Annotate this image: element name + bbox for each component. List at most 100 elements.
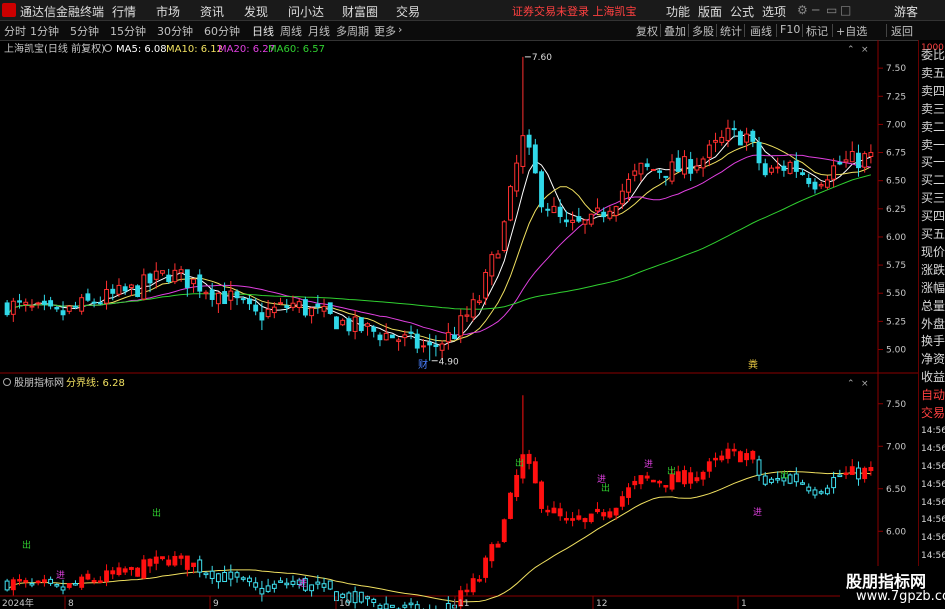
candle-up [520, 135, 526, 167]
candle-down [750, 130, 756, 142]
indicator-bar-weak [240, 577, 246, 580]
menu-discover[interactable]: 发现 [244, 3, 268, 20]
menu-layout[interactable]: 版面 [698, 3, 722, 20]
f10-button[interactable]: F10 [780, 23, 800, 36]
chevron-right-icon[interactable]: › [398, 23, 402, 36]
ma5-line [6, 134, 872, 347]
draw-line-button[interactable]: 画线 [750, 23, 772, 39]
menu-trade[interactable]: 交易 [396, 3, 420, 20]
menu-options[interactable]: 选项 [762, 3, 786, 20]
tab-weekly[interactable]: 周线 [280, 23, 302, 39]
tab-30min[interactable]: 30分钟 [157, 23, 193, 39]
candle-down [240, 298, 246, 301]
y-tick-label: 7.50 [886, 400, 906, 410]
tab-1min[interactable]: 1分钟 [30, 23, 59, 39]
tab-daily[interactable]: 日线 [252, 23, 274, 39]
signal-in: 进 [298, 578, 307, 589]
candle-up [178, 269, 184, 274]
back-button[interactable]: 返回 [891, 23, 913, 39]
tab-timeshare[interactable]: 分时 [4, 23, 26, 39]
menu-market[interactable]: 市场 [156, 3, 180, 20]
candle-up [228, 290, 234, 301]
adjust-button[interactable]: 复权 [636, 23, 658, 39]
candle-up [570, 219, 576, 223]
user-guest[interactable]: 游客 [894, 3, 918, 20]
menu-quotes[interactable]: 行情 [112, 3, 136, 20]
indicator-bar-strong [110, 570, 116, 575]
tab-monthly[interactable]: 月线 [308, 23, 330, 39]
mark-button[interactable]: 标记 [806, 23, 828, 39]
indicator-bar-weak [793, 473, 799, 483]
signal-in: 进 [56, 570, 65, 581]
indicator-bar-strong [713, 457, 718, 461]
close-icon[interactable]: × [861, 379, 869, 389]
gear-icon[interactable]: ⚙ [797, 3, 808, 17]
candle-up [632, 170, 638, 176]
candle-up [290, 302, 296, 308]
candle-up [470, 299, 476, 318]
menu-wealth[interactable]: 财富圈 [342, 3, 378, 20]
menu-formula[interactable]: 公式 [730, 3, 754, 20]
chevron-up-icon[interactable]: ⌃ [847, 45, 855, 55]
candle-up [309, 307, 315, 317]
minimize-icon[interactable]: ─ [812, 3, 819, 17]
indicator-bar-strong [688, 472, 694, 484]
tab-multi-period[interactable]: 多周期 [336, 23, 369, 39]
candle-up [508, 186, 513, 221]
chart-area[interactable]: 上海凯宝(日线 前复权) MA5: 6.08 MA10: 6.12 MA20: … [0, 40, 918, 609]
tab-60min[interactable]: 60分钟 [204, 23, 240, 39]
indicator-bar-weak [762, 475, 768, 485]
add-watchlist-button[interactable]: +自选 [836, 23, 867, 39]
tab-5min[interactable]: 5分钟 [70, 23, 99, 39]
restore-icon[interactable]: ▭ [826, 3, 837, 17]
indicator-bar-strong [91, 579, 97, 583]
main-candles [4, 56, 874, 361]
candle-up [650, 169, 656, 172]
candle-up [862, 153, 868, 168]
overlay-button[interactable]: 叠加 [664, 23, 686, 39]
menu-ask[interactable]: 问小达 [288, 3, 324, 20]
indicator-bar-strong [464, 589, 470, 593]
indicator-bar-strong [135, 567, 141, 577]
candle-down [54, 306, 60, 310]
candle-down [408, 331, 414, 334]
candle-up [104, 288, 109, 304]
maximize-icon[interactable]: □ [840, 3, 851, 17]
candle-up [818, 184, 824, 187]
candle-up [439, 343, 445, 351]
quote-field[interactable]: 交易 [921, 406, 945, 421]
indicator-bar-weak [278, 580, 283, 583]
tab-15min[interactable]: 15分钟 [110, 23, 146, 39]
close-icon[interactable]: × [861, 45, 869, 55]
candle-up [23, 301, 29, 305]
indicator-bar-strong [153, 556, 159, 564]
candle-up [203, 291, 209, 295]
candle-down [135, 285, 141, 298]
candle-up [383, 332, 389, 341]
stats-button[interactable]: 统计 [720, 23, 742, 39]
quote-field: 卖二 [921, 119, 945, 134]
login-alert[interactable]: 证券交易未登录 上海凯宝 [512, 3, 637, 19]
app-logo-icon [2, 3, 16, 17]
indicator-bar-strong [35, 580, 41, 584]
candle-up [128, 284, 134, 288]
ma5-label: MA5: 6.08 [116, 44, 167, 55]
y-tick-label: 7.00 [886, 442, 906, 452]
tab-more[interactable]: 更多 [374, 23, 396, 39]
signal-in: 进 [644, 459, 653, 470]
ma-settings-icon[interactable] [104, 44, 112, 52]
year-label: 2024年 [2, 597, 34, 609]
indicator-bar-weak [856, 467, 861, 480]
quote-field: 卖四 [921, 83, 945, 98]
indicator-bar-weak [259, 587, 265, 595]
indicator-bar-strong [545, 509, 551, 513]
menu-news[interactable]: 资讯 [200, 3, 224, 20]
menu-function[interactable]: 功能 [666, 3, 690, 20]
candle-down [837, 162, 843, 165]
multi-stock-button[interactable]: 多股 [692, 23, 714, 39]
quote-field[interactable]: 自动 [921, 388, 945, 403]
indicator-settings-icon[interactable] [3, 378, 11, 386]
candle-up [10, 300, 16, 315]
chevron-up-icon[interactable]: ⌃ [847, 379, 855, 389]
indicator-bar-weak [408, 602, 414, 606]
